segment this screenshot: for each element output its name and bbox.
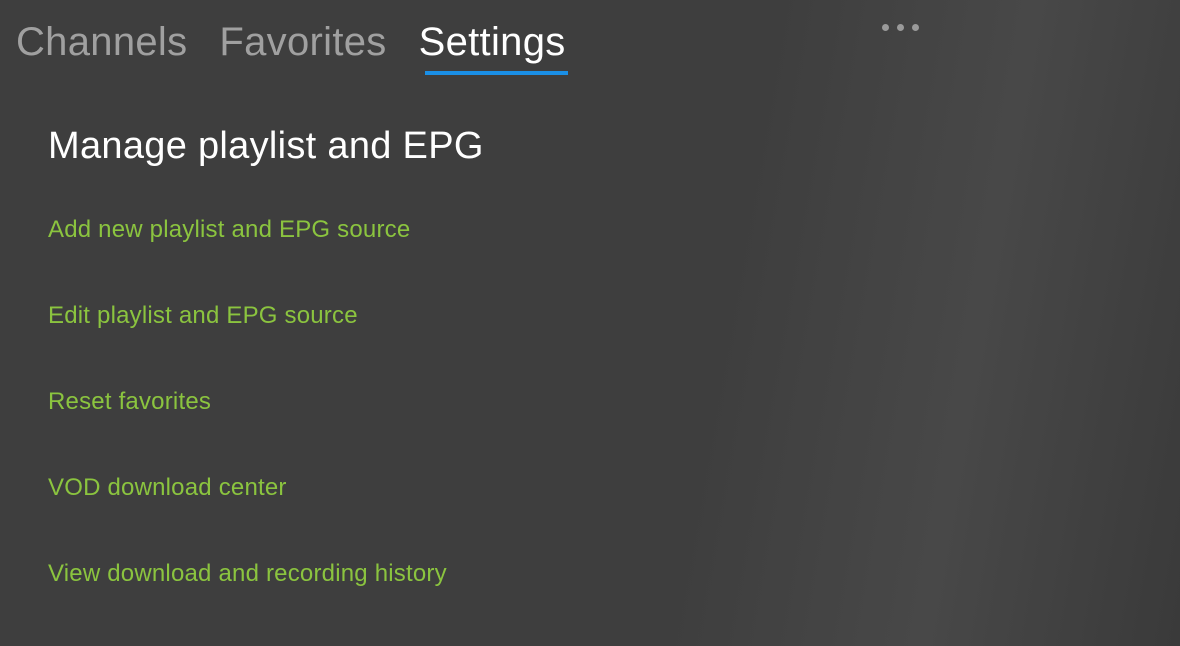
settings-content: Manage playlist and EPG Add new playlist…: [0, 75, 1180, 588]
page-title: Manage playlist and EPG: [48, 125, 1180, 168]
tab-settings[interactable]: Settings: [403, 16, 582, 75]
tab-channels[interactable]: Channels: [8, 16, 203, 75]
menu-item-vod-download[interactable]: VOD download center: [48, 474, 1180, 502]
more-options-button[interactable]: [876, 18, 925, 37]
tab-favorites[interactable]: Favorites: [203, 16, 402, 75]
menu-item-download-history[interactable]: View download and recording history: [48, 560, 1180, 588]
menu-item-reset-favorites[interactable]: Reset favorites: [48, 388, 1180, 416]
settings-menu-list: Add new playlist and EPG source Edit pla…: [48, 216, 1180, 588]
menu-item-edit-playlist[interactable]: Edit playlist and EPG source: [48, 302, 1180, 330]
tab-bar: Channels Favorites Settings: [0, 0, 1180, 75]
dots-horizontal-icon: [897, 24, 904, 31]
dots-horizontal-icon: [912, 24, 919, 31]
menu-item-add-playlist[interactable]: Add new playlist and EPG source: [48, 216, 1180, 244]
dots-horizontal-icon: [882, 24, 889, 31]
